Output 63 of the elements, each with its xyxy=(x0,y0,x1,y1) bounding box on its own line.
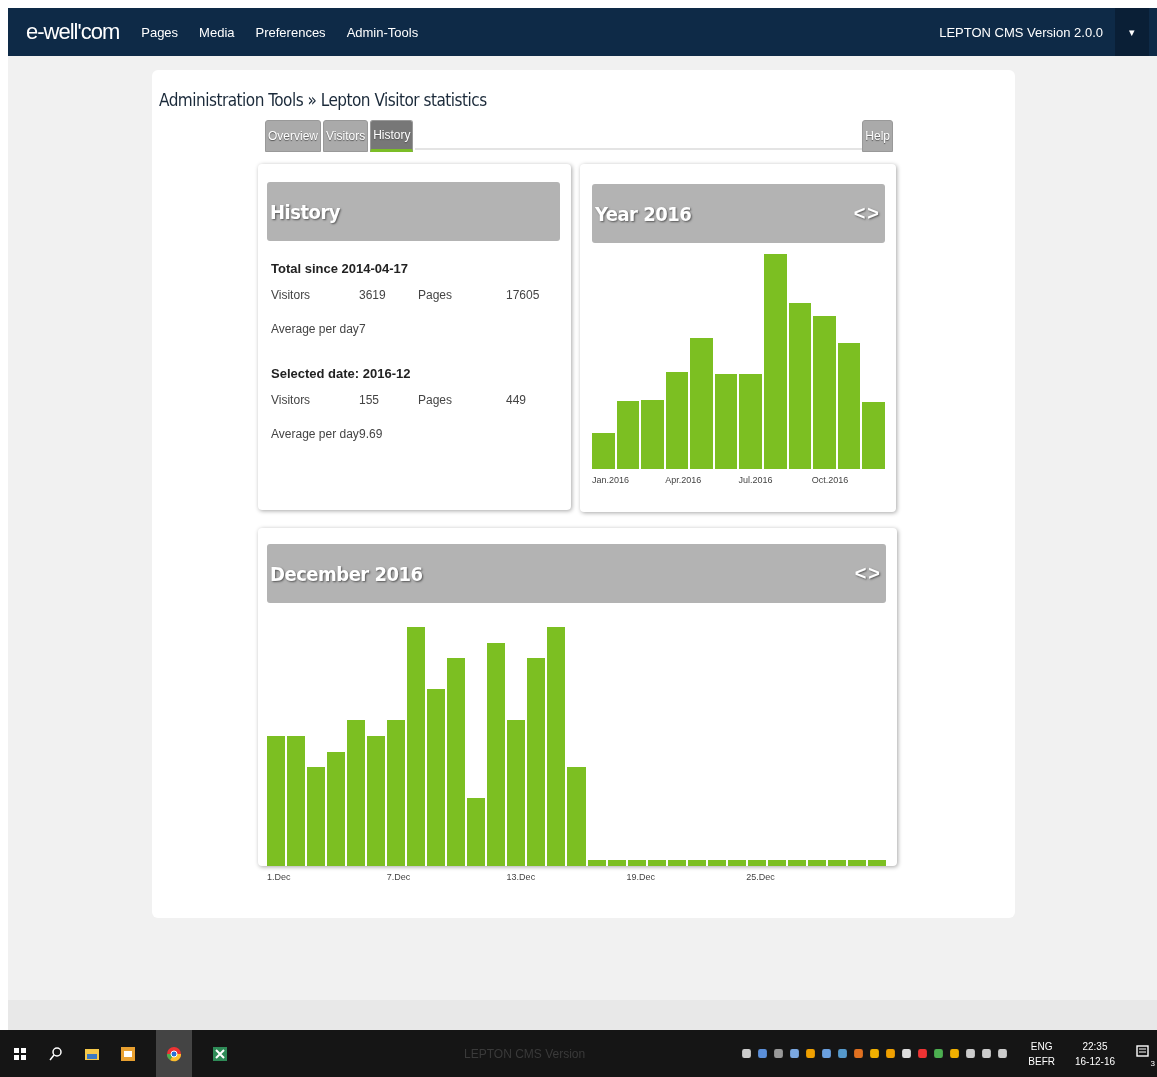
tray-icon[interactable] xyxy=(885,1048,897,1059)
tray-icon[interactable] xyxy=(933,1048,945,1059)
browser-icon[interactable] xyxy=(166,1045,182,1062)
section-heading: Selected date: 2016-12 xyxy=(271,366,412,381)
notification-count: 3 xyxy=(1150,1058,1155,1068)
page-title: Administration Tools » Lepton Visitor statistics xyxy=(159,90,488,110)
notification-icon[interactable] xyxy=(1135,1043,1151,1060)
search-icon[interactable] xyxy=(48,1045,64,1062)
tray-icon[interactable] xyxy=(901,1048,913,1059)
axis-label: Oct.2016 xyxy=(811,475,850,485)
panel-title: Year 2016 xyxy=(595,201,693,226)
axis-label: 13.Dec xyxy=(506,872,537,882)
stat-value: 3619 xyxy=(359,288,387,302)
stat-label: Average per day xyxy=(271,322,359,336)
stat-label: Visitors xyxy=(271,288,312,302)
nav-link[interactable]: Media xyxy=(199,24,235,40)
panel-title: History xyxy=(270,199,341,224)
stat-value: 7 xyxy=(359,322,367,336)
tray-icon[interactable] xyxy=(805,1048,817,1059)
logo[interactable]: e-well'com xyxy=(26,19,120,45)
chart-bar xyxy=(641,400,664,469)
tray-icon[interactable] xyxy=(789,1048,801,1059)
tray-icon[interactable] xyxy=(997,1048,1009,1059)
language-indicator[interactable]: ENG xyxy=(1030,1038,1053,1054)
spreadsheet-icon[interactable] xyxy=(212,1045,228,1062)
tray-icon[interactable] xyxy=(949,1048,961,1059)
nav-link[interactable]: Preferences xyxy=(255,24,326,40)
tray-icon[interactable] xyxy=(965,1048,977,1059)
tray-icon[interactable] xyxy=(853,1048,865,1059)
panel-title: December 2016 xyxy=(270,561,424,586)
axis-label: Jan.2016 xyxy=(592,475,631,485)
tab[interactable]: History xyxy=(370,120,414,152)
stat-value: 9.69 xyxy=(359,427,384,441)
windows-start-icon[interactable] xyxy=(12,1045,28,1062)
stat-value: 449 xyxy=(506,393,528,407)
version-label: LEPTON CMS Version 2.0.0 xyxy=(939,24,1103,40)
stat-value: 17605 xyxy=(506,288,541,302)
stat-label: Pages xyxy=(418,288,454,302)
tray-icon[interactable] xyxy=(981,1048,993,1059)
tray-icon[interactable] xyxy=(741,1048,753,1059)
stat-label: Pages xyxy=(418,393,454,407)
nav-link[interactable]: Pages xyxy=(141,24,179,40)
axis-label: 1.Dec xyxy=(267,872,292,882)
axis-label: Apr.2016 xyxy=(665,475,703,485)
tray-icon[interactable] xyxy=(837,1048,849,1059)
clock-date[interactable]: 16-12-16 xyxy=(1074,1053,1115,1069)
stat-label: Visitors xyxy=(271,393,312,407)
tray-icon[interactable] xyxy=(869,1048,881,1059)
axis-label: Jul.2016 xyxy=(738,475,774,485)
axis-label: 7.Dec xyxy=(386,872,412,882)
tray-icon[interactable] xyxy=(757,1048,769,1059)
dropdown-button[interactable]: ▾ xyxy=(1115,8,1149,56)
stat-label: Average per day xyxy=(271,427,359,441)
nav-link[interactable]: Admin-Tools xyxy=(346,24,419,40)
axis-label: 25.Dec xyxy=(746,872,776,882)
keyboard-layout[interactable]: BEFR xyxy=(1028,1053,1055,1069)
tray-icon[interactable] xyxy=(821,1048,833,1059)
axis-label: 19.Dec xyxy=(626,872,656,882)
mail-app-icon[interactable] xyxy=(120,1045,136,1062)
tray-icon[interactable] xyxy=(773,1048,785,1059)
section-heading: Total since 2014-04-17 xyxy=(271,261,410,276)
stat-value: 155 xyxy=(359,393,381,407)
clock-time[interactable]: 22:35 xyxy=(1082,1038,1108,1054)
